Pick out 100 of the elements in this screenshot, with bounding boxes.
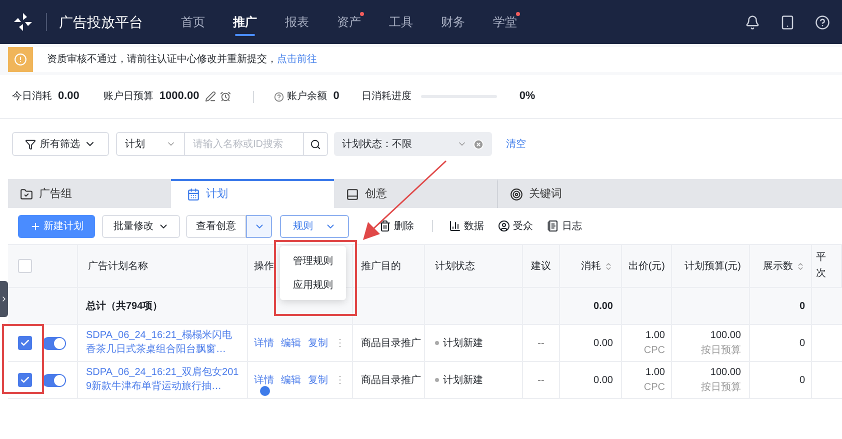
column-header: 推广目的: [361, 260, 401, 274]
highlight-box: [2, 324, 44, 394]
stat-value: 1000.00: [159, 89, 200, 104]
checkbox[interactable]: [18, 259, 32, 273]
sort-icon[interactable]: [604, 262, 613, 270]
action-link[interactable]: 编辑: [281, 336, 301, 350]
stat-label: 账户日预算: [103, 90, 154, 104]
target-icon: [510, 188, 523, 201]
table-cell-text: 0: [799, 336, 805, 350]
nav-item[interactable]: 推广: [219, 0, 271, 44]
toggle-switch[interactable]: [42, 336, 66, 350]
nav-item[interactable]: 资产: [323, 0, 375, 44]
nav-item[interactable]: 首页: [167, 0, 219, 44]
action-link[interactable]: 复制: [308, 336, 328, 350]
checkbox[interactable]: [18, 336, 32, 350]
tab[interactable]: 广告组: [8, 179, 171, 208]
table-cell-text: 0.00: [594, 374, 613, 388]
stat-value: 0.00: [58, 89, 80, 104]
help-icon[interactable]: [274, 92, 284, 102]
table-cell-text: --: [538, 336, 544, 350]
table-cell-text: 0: [799, 374, 805, 388]
table-cell-text: 商品目录推广: [361, 336, 421, 350]
progress-reading: 0%: [519, 89, 536, 104]
data-button[interactable]: 数据: [449, 218, 484, 234]
notification-icon[interactable]: [745, 14, 760, 30]
table-cell-text: 0.00: [594, 336, 613, 350]
table-cell-text: 计划新建: [443, 336, 483, 350]
help-icon[interactable]: [815, 14, 830, 30]
action-link[interactable]: 复制: [308, 372, 328, 388]
search-field[interactable]: 请输入名称或ID搜索: [185, 133, 303, 155]
log-button[interactable]: 日志: [547, 218, 582, 234]
filter-icon: [25, 138, 36, 150]
scope-select[interactable]: 计划: [117, 133, 185, 155]
table-cell-text: 100.00: [710, 366, 741, 380]
bar-chart-icon: [449, 220, 461, 232]
clear-link[interactable]: 清空: [506, 136, 526, 152]
column-header: 广告计划名称: [88, 260, 148, 274]
sort-icon[interactable]: [796, 262, 805, 270]
table-cell-text: 1.00: [646, 366, 665, 380]
alarm-icon[interactable]: [220, 91, 232, 102]
bid-type: CPC: [644, 344, 665, 358]
panel-icon: [346, 188, 359, 201]
clear-icon[interactable]: [473, 138, 484, 150]
table-cell-text: 100.00: [710, 329, 741, 343]
alert-link[interactable]: 点击前往: [277, 54, 317, 65]
tab[interactable]: 创意: [334, 179, 497, 208]
active-indicator: [235, 34, 255, 36]
status-filter-chip[interactable]: 计划状态：不限: [334, 132, 492, 156]
notebook-icon: [547, 220, 559, 232]
audience-button[interactable]: 受众: [498, 218, 533, 234]
column-header: 展示数: [763, 260, 793, 274]
stat-label: 账户余额: [287, 90, 328, 104]
column-header: 出价(元): [628, 260, 665, 274]
stat-label: 今日消耗: [12, 90, 52, 104]
tab[interactable]: 计划: [171, 179, 334, 208]
plus-icon: [30, 220, 40, 232]
nav-item[interactable]: 报表: [271, 0, 323, 44]
nav-item[interactable]: 财务: [427, 0, 479, 44]
split-dropdown-button[interactable]: [246, 214, 272, 238]
column-header: 建议: [531, 260, 551, 274]
column-header: 平次: [816, 251, 826, 281]
plan-name-link[interactable]: SDPA_06_24_16:21_双肩包女2019新款牛津布单背运动旅行抽…: [86, 366, 239, 394]
tab[interactable]: 关键词: [497, 179, 660, 208]
check-icon: [20, 338, 30, 348]
stat-label: 日消耗进度: [361, 90, 412, 104]
action-link[interactable]: 详情: [254, 372, 274, 388]
chip-label: 计划状态：不限: [342, 138, 412, 152]
search-icon: [310, 138, 321, 150]
nav-item[interactable]: 学堂: [479, 0, 531, 44]
side-drawer-handle[interactable]: [0, 281, 8, 317]
checkbox[interactable]: [18, 373, 32, 387]
budget-type: 按日预算: [701, 380, 741, 395]
action-link[interactable]: 编辑: [281, 372, 301, 388]
table-cell-text: --: [538, 374, 544, 388]
table-cell-text: 计划新建: [443, 374, 483, 388]
rules-dropdown[interactable]: 规则: [280, 214, 349, 238]
bid-type: CPC: [644, 381, 665, 395]
action-link[interactable]: 详情: [254, 336, 274, 350]
budget-type: 按日预算: [701, 344, 741, 358]
view-creative-button[interactable]: 查看创意: [186, 214, 246, 238]
toggle-switch[interactable]: [42, 374, 66, 386]
stat-value: 0: [333, 89, 340, 104]
menu-item[interactable]: 管理规则: [280, 249, 346, 273]
alert-message: 资质审核不通过，请前往认证中心修改并重新提交，点击前往: [47, 52, 317, 67]
delete-button[interactable]: 删除: [379, 218, 414, 234]
edit-icon[interactable]: [205, 91, 216, 102]
nav-item[interactable]: 工具: [375, 0, 427, 44]
tablet-icon[interactable]: [780, 14, 795, 30]
check-icon: [20, 375, 30, 385]
logo-icon: [12, 11, 34, 33]
menu-item[interactable]: 应用规则: [280, 273, 346, 297]
column-header: 操作: [254, 260, 274, 274]
trash-icon: [379, 220, 391, 232]
column-header: 消耗: [581, 260, 601, 274]
all-filters-dropdown[interactable]: 所有筛选: [12, 132, 109, 156]
plan-name-link[interactable]: SDPA_06_24_16:21_榻榻米闪电香茶几日式茶桌组合阳台飘窗…: [86, 329, 239, 357]
table-cell-text: 商品目录推广: [361, 374, 421, 388]
batch-edit-dropdown[interactable]: 批量修改: [102, 214, 180, 238]
user-icon: [498, 220, 510, 232]
search-bar[interactable]: 计划 请输入名称或ID搜索: [116, 132, 328, 156]
